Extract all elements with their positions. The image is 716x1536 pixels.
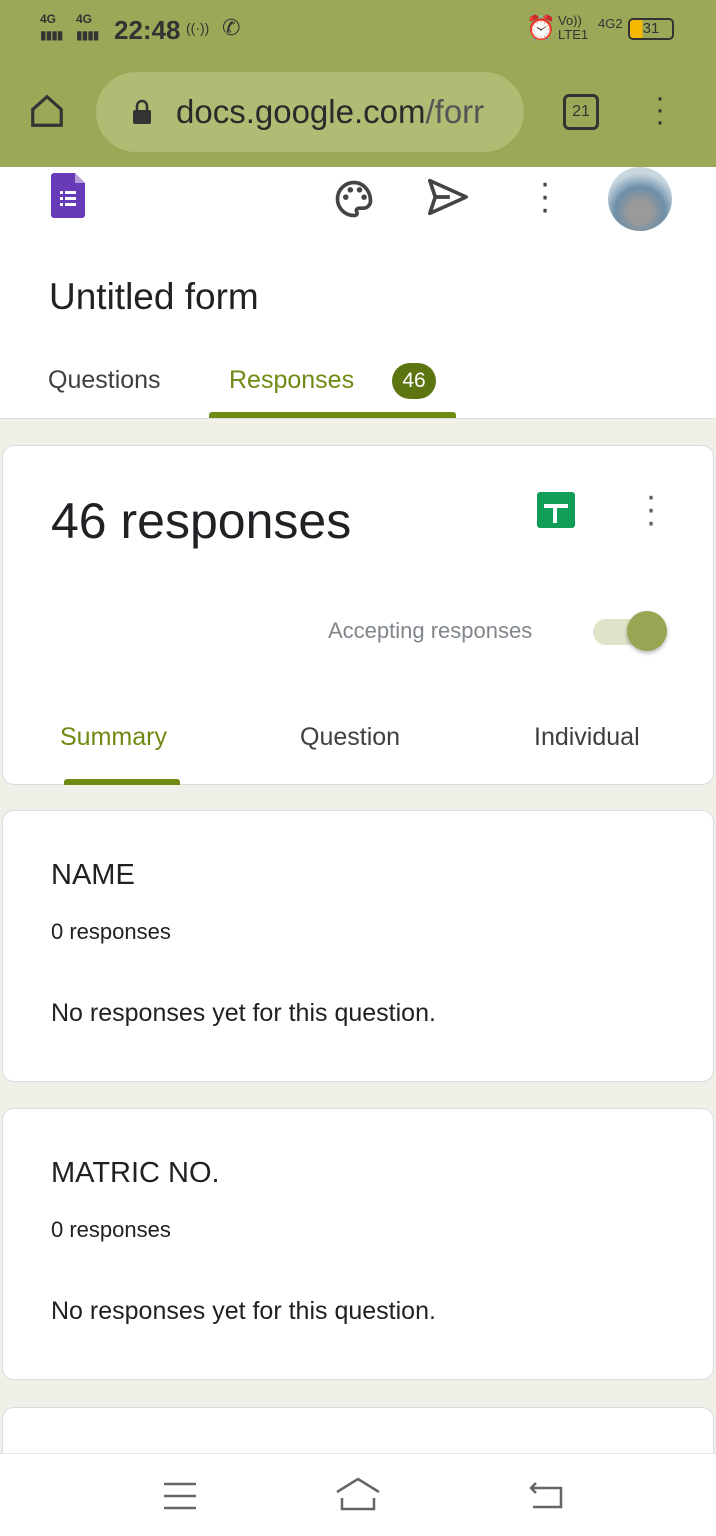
- no-responses-message: No responses yet for this question.: [51, 999, 436, 1027]
- whatsapp-icon: ✆: [222, 15, 241, 40]
- alarm-icon: ⏰: [526, 15, 556, 42]
- card-more-icon[interactable]: · · ·: [641, 479, 661, 539]
- tab-responses[interactable]: Responses: [229, 366, 354, 395]
- system-nav-bar: [0, 1453, 716, 1536]
- form-title[interactable]: Untitled form: [49, 276, 259, 318]
- question-response-count: 0 responses: [51, 1217, 171, 1242]
- responses-count-badge: 46: [392, 363, 436, 399]
- no-responses-message: No responses yet for this question.: [51, 1297, 436, 1325]
- accepting-responses-label: Accepting responses: [328, 618, 533, 643]
- tab-questions[interactable]: Questions: [48, 366, 161, 395]
- signal-bars-icon: ▮▮▮▮: [76, 28, 99, 42]
- question-title: NAME: [51, 859, 135, 891]
- question-card-name: NAME 0 responses No responses yet for th…: [2, 810, 714, 1082]
- back-icon[interactable]: [528, 1480, 564, 1510]
- home-icon[interactable]: [28, 92, 66, 130]
- home-nav-icon[interactable]: [334, 1476, 382, 1512]
- volte-indicator: Vo)) LTE1: [558, 13, 589, 42]
- google-sheets-icon[interactable]: [537, 492, 575, 528]
- palette-icon[interactable]: [332, 177, 376, 221]
- url-domain: docs.google.com: [176, 93, 426, 130]
- avatar[interactable]: [608, 167, 672, 231]
- question-title: MATRIC NO.: [51, 1157, 220, 1189]
- subtab-question[interactable]: Question: [300, 723, 400, 752]
- signal-bars-icon: ▮▮▮▮: [40, 28, 63, 42]
- accepting-responses-toggle[interactable]: [593, 611, 673, 653]
- forms-header: · · · Untitled form Questions Responses 46: [0, 166, 716, 419]
- clock: 22:48: [114, 15, 181, 45]
- google-forms-icon: [51, 173, 85, 218]
- responses-heading: 46 responses: [51, 493, 352, 549]
- signal-1: 4G: [40, 12, 57, 26]
- subtab-individual[interactable]: Individual: [534, 723, 640, 752]
- url-bar[interactable]: docs.google.com/forr: [96, 72, 524, 152]
- question-response-count: 0 responses: [51, 919, 171, 944]
- responses-summary-card: 46 responses · · · Accepting responses Sum…: [2, 445, 714, 785]
- url-path: /forr: [425, 93, 485, 130]
- active-subtab-indicator: [64, 779, 180, 785]
- status-bar: 4G ▮▮▮▮ 4G ▮▮▮▮ 22:48 ((·)) ✆ ⏰ Vo)) LTE…: [0, 0, 716, 62]
- subtab-summary[interactable]: Summary: [60, 723, 167, 752]
- browser-menu-icon[interactable]: · · ·: [650, 83, 670, 137]
- battery-indicator: 31: [628, 18, 674, 40]
- question-card-matric: MATRIC NO. 0 responses No responses yet …: [2, 1108, 714, 1380]
- more-options-icon[interactable]: · · ·: [535, 166, 555, 226]
- hotspot-icon: ((·)): [186, 20, 210, 36]
- menu-icon[interactable]: [162, 1481, 198, 1511]
- network-indicator: 4G2: [598, 16, 623, 31]
- active-tab-indicator: [209, 412, 456, 418]
- signal-2: 4G: [76, 12, 93, 26]
- lock-icon: [133, 99, 151, 124]
- browser-toolbar: docs.google.com/forr 21 · · ·: [0, 62, 716, 167]
- tab-switcher-button[interactable]: 21: [563, 94, 599, 130]
- send-icon[interactable]: [426, 177, 470, 217]
